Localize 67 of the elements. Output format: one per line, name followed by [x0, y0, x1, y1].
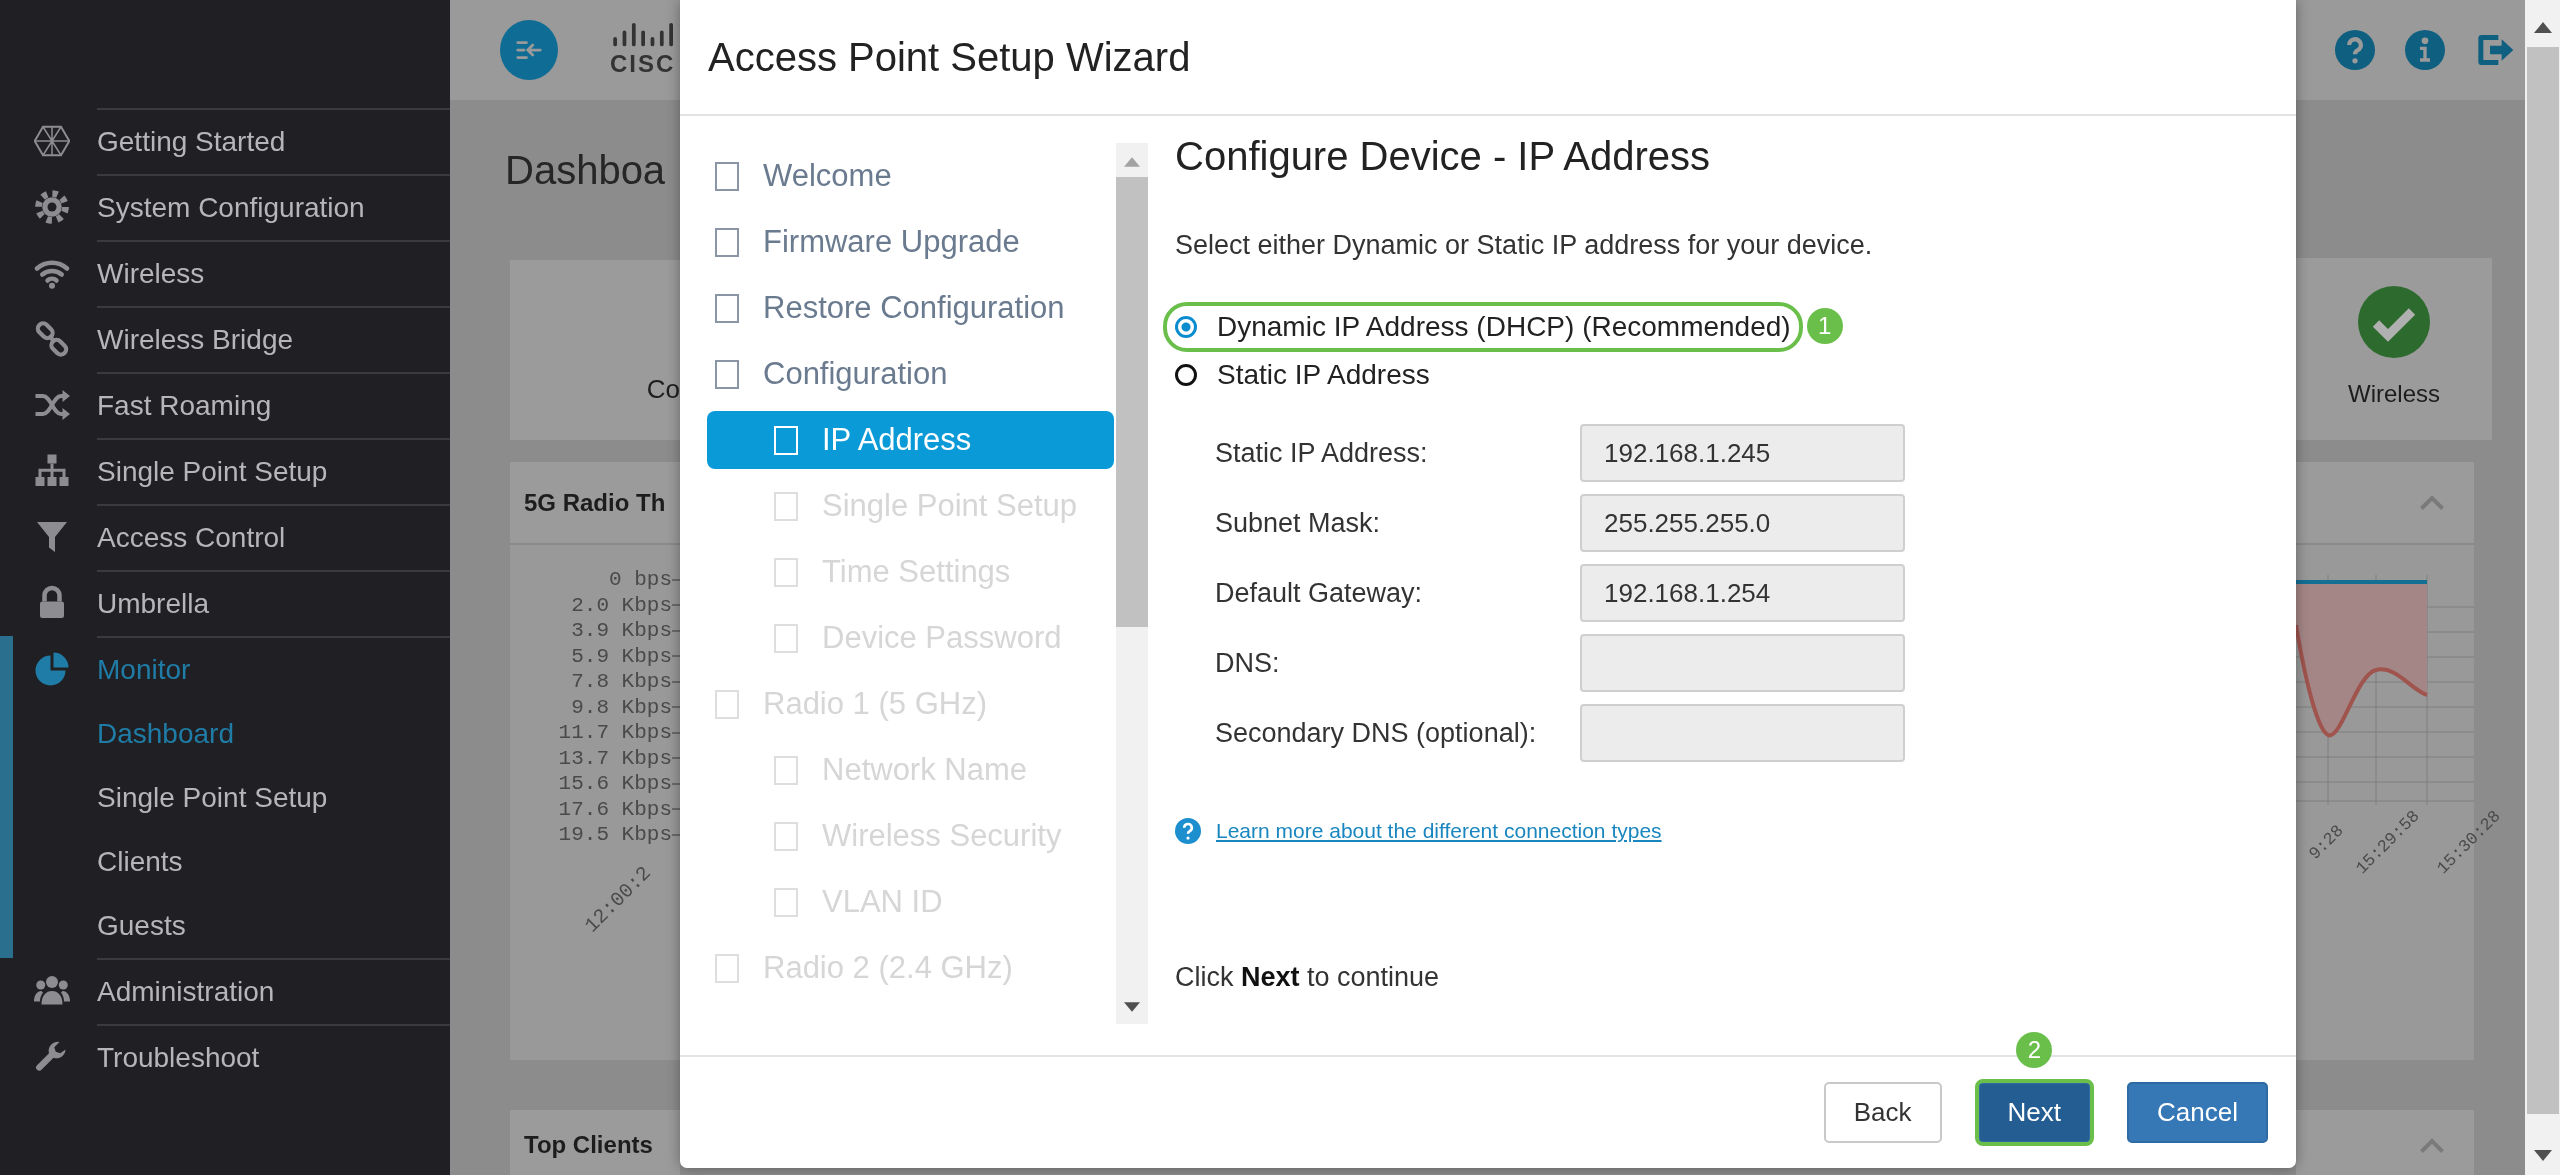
- sidebar-item[interactable]: Single Point Setup: [97, 456, 328, 488]
- status-label: Wireless: [2348, 380, 2440, 408]
- dialog-title: Access Point Setup Wizard: [708, 34, 1191, 80]
- sidebar-item[interactable]: Fast Roaming: [97, 390, 272, 422]
- field-label: Subnet Mask:: [1215, 506, 1382, 540]
- description-text: Select either Dynamic or Static IP address for your device.: [1175, 229, 1874, 262]
- help-link[interactable]: Learn more about the different connection types: [1216, 819, 1662, 843]
- sidebar-item[interactable]: Wireless Bridge: [97, 324, 294, 356]
- sidebar-item[interactable]: Wireless: [97, 258, 205, 290]
- sidebar-item[interactable]: Umbrella: [97, 588, 210, 620]
- sidebar-subitem[interactable]: Clients: [97, 846, 183, 878]
- collapse-menu-icon[interactable]: [500, 20, 558, 80]
- radio-option[interactable]: Dynamic IP Address (DHCP) (Recommended): [1163, 302, 1803, 352]
- globe-icon: [33, 123, 70, 159]
- dialog-button[interactable]: Next: [1977, 1082, 2092, 1143]
- axis-label: 5.9 Kbps: [571, 644, 672, 668]
- logo-text: CISC: [610, 51, 676, 77]
- sidebar-item[interactable]: Getting Started: [97, 126, 286, 158]
- dialog-button[interactable]: Back: [1823, 1082, 1942, 1143]
- field-label: Default Gateway:: [1215, 576, 1424, 610]
- panel-title: 5G Radio Th: [524, 488, 666, 517]
- axis-label: 15.6 Kbps: [558, 772, 672, 796]
- sidebar-item[interactable]: Troubleshoot: [97, 1042, 260, 1074]
- link-icon: [33, 321, 70, 357]
- scrollbar[interactable]: [1116, 143, 1148, 1024]
- wizard-step[interactable]: Restore Configuration: [707, 279, 1114, 337]
- axis-label: 7.8 Kbps: [571, 670, 672, 694]
- sidebar-item[interactable]: Administration: [97, 976, 275, 1008]
- help-icon: [1175, 818, 1201, 844]
- axis-label: 19.5 Kbps: [558, 823, 672, 847]
- axis-label: 3.9 Kbps: [571, 619, 672, 643]
- panel-title: Top Clients: [524, 1131, 653, 1159]
- info-icon[interactable]: [2405, 30, 2445, 70]
- axis-label: 9.8 Kbps: [571, 695, 672, 719]
- axis-label: 0 bps: [609, 568, 672, 592]
- collapse-caret-icon[interactable]: [2420, 495, 2444, 510]
- radio-option[interactable]: Static IP Address: [1163, 350, 1442, 400]
- field-label: DNS:: [1215, 646, 1281, 680]
- section-title: Configure Device - IP Address: [1175, 133, 1712, 180]
- axis-label: 13.7 Kbps: [558, 746, 672, 770]
- sidebar-subitem[interactable]: Guests: [97, 910, 186, 942]
- collapse-caret-icon[interactable]: [2420, 1137, 2444, 1153]
- status-label: Co: [646, 374, 680, 405]
- wizard-step[interactable]: Configuration: [707, 345, 1114, 403]
- field-label: Secondary DNS (optional):: [1215, 716, 1538, 750]
- scroll-down-icon[interactable]: [1124, 1002, 1140, 1012]
- axis-label: 2.0 Kbps: [571, 593, 672, 617]
- sidebar-item[interactable]: Access Control: [97, 522, 286, 554]
- sitemap-icon: [33, 453, 70, 489]
- scroll-down-icon[interactable]: [2533, 1150, 2552, 1161]
- axis-label: 11.7 Kbps: [558, 721, 672, 745]
- instruction-text: Click Next to continue: [1175, 962, 1441, 993]
- sidebar-subitem[interactable]: Single Point Setup: [97, 782, 328, 814]
- page-title: Dashboa: [505, 147, 667, 194]
- pie-chart-icon: [33, 651, 70, 687]
- sidebar-item[interactable]: System Configuration: [97, 192, 365, 224]
- step-number-badge: 2: [2016, 1032, 2053, 1068]
- help-icon[interactable]: [2335, 30, 2375, 70]
- dialog-button[interactable]: Cancel: [2127, 1082, 2268, 1143]
- axis-label: 17.6 Kbps: [558, 797, 672, 821]
- scroll-up-icon[interactable]: [2533, 22, 2552, 33]
- wizard-step[interactable]: Firmware Upgrade: [707, 213, 1114, 271]
- step-number-badge: 1: [1806, 308, 1843, 344]
- wizard-step[interactable]: Welcome: [707, 147, 1114, 205]
- field-label: Static IP Address:: [1215, 436, 1429, 470]
- gear-icon: [33, 189, 70, 225]
- scrollbar[interactable]: [2525, 0, 2560, 1175]
